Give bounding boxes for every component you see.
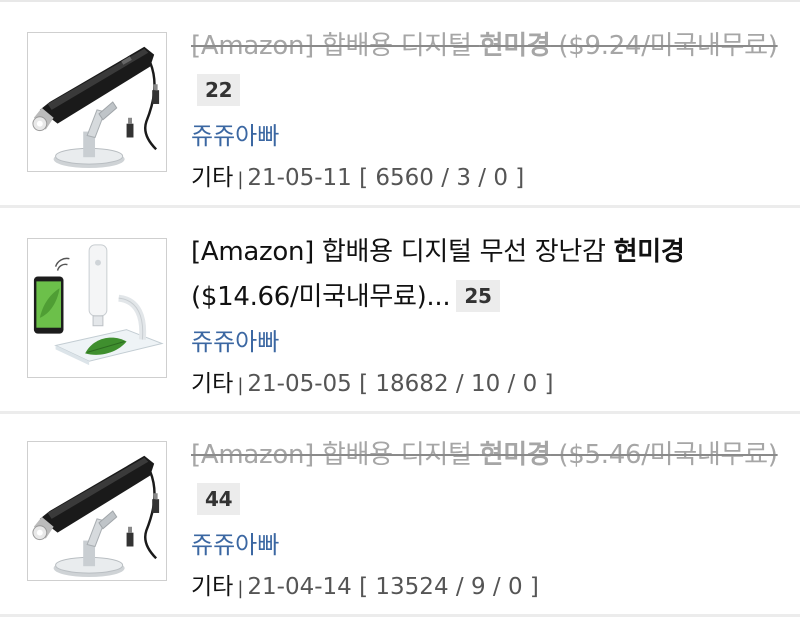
post-date: 21-05-05 [247, 371, 352, 397]
deal-title[interactable]: [Amazon] 합배용 디지털 현미경 ($5.46/미국내무료) 44 [191, 433, 791, 523]
post-stats: [ 18682 / 10 / 0 ] [359, 371, 554, 397]
post-date: 21-05-11 [247, 165, 352, 191]
author-link[interactable]: 쥬쥬아빠 [191, 525, 791, 565]
meta-separator: | [237, 169, 244, 190]
comment-count-badge: 25 [456, 280, 500, 312]
author-link[interactable]: 쥬쥬아빠 [191, 322, 791, 362]
category-label: 기타 [191, 371, 234, 397]
post-meta: 기타 | 21-05-05 [ 18682 / 10 / 0 ] [191, 364, 791, 406]
item-content: [Amazon] 합배용 디지털 현미경 ($9.24/미국내무료) 22 쥬쥬아… [191, 24, 791, 200]
item-content: [Amazon] 합배용 디지털 현미경 ($5.46/미국내무료) 44 쥬쥬아… [191, 433, 791, 609]
author-link[interactable]: 쥬쥬아빠 [191, 116, 791, 156]
title-suffix: ($5.46/미국내무료) [550, 440, 778, 470]
deal-list: [Amazon] 합배용 디지털 현미경 ($9.24/미국내무료) 22 쥬쥬아… [0, 0, 800, 623]
title-text: [Amazon] 합배용 디지털 무선 장난감 [191, 237, 614, 267]
deal-title[interactable]: [Amazon] 합배용 디지털 현미경 ($9.24/미국내무료) 22 [191, 24, 791, 114]
post-stats: [ 6560 / 3 / 0 ] [359, 165, 525, 191]
category-label: 기타 [191, 574, 234, 600]
meta-separator: | [237, 578, 244, 599]
post-date: 21-04-14 [247, 574, 352, 600]
post-meta: 기타 | 21-04-14 [ 13524 / 9 / 0 ] [191, 567, 791, 609]
title-suffix: ($9.24/미국내무료) [550, 31, 778, 61]
list-item[interactable]: [Amazon] 합배용 디지털 현미경 ($9.24/미국내무료) 22 쥬쥬아… [0, 2, 800, 208]
product-thumbnail[interactable] [27, 441, 167, 581]
post-stats: [ 13524 / 9 / 0 ] [359, 574, 539, 600]
title-text: [Amazon] 합배용 디지털 [191, 31, 480, 61]
title-text: [Amazon] 합배용 디지털 [191, 440, 480, 470]
product-thumbnail[interactable] [27, 238, 167, 378]
wireless-microscope-image [28, 239, 166, 377]
meta-separator: | [237, 375, 244, 396]
deal-title[interactable]: [Amazon] 합배용 디지털 무선 장난감 현미경 ($14.66/미국내무… [191, 230, 791, 320]
product-thumbnail[interactable] [27, 32, 167, 172]
item-content: [Amazon] 합배용 디지털 무선 장난감 현미경 ($14.66/미국내무… [191, 230, 791, 406]
comment-count-badge: 44 [197, 483, 241, 515]
list-item[interactable]: [Amazon] 합배용 디지털 현미경 ($5.46/미국내무료) 44 쥬쥬아… [0, 411, 800, 617]
usb-microscope-image [28, 33, 166, 171]
category-label: 기타 [191, 165, 234, 191]
list-item[interactable]: [Amazon] 합배용 디지털 무선 장난감 현미경 ($14.66/미국내무… [0, 208, 800, 414]
post-meta: 기타 | 21-05-11 [ 6560 / 3 / 0 ] [191, 158, 791, 200]
title-highlight: 현미경 [613, 237, 685, 267]
title-suffix: ($14.66/미국내무료)... [191, 282, 451, 312]
title-highlight: 현미경 [479, 31, 551, 61]
comment-count-badge: 22 [197, 74, 241, 106]
title-highlight: 현미경 [479, 440, 551, 470]
usb-microscope-image [28, 442, 166, 580]
